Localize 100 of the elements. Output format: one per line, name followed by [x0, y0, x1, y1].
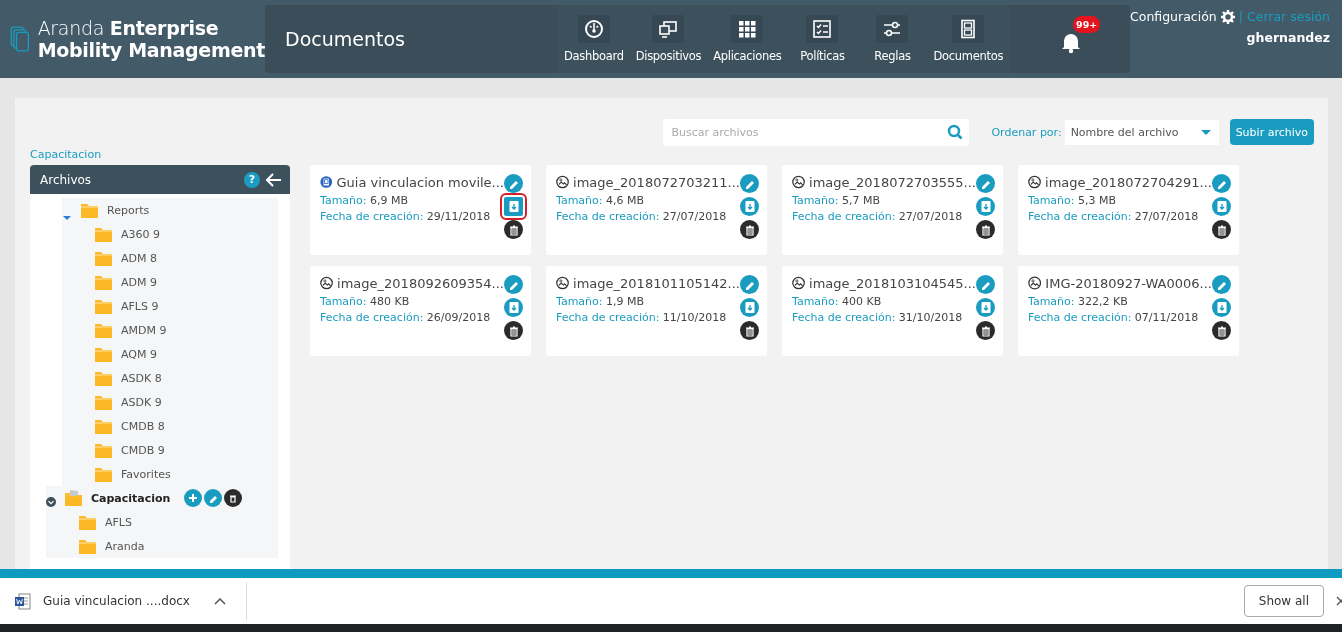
file-card[interactable]: image_2018072703211... Tamaño: 4,6 MB Fecha de creación: 27/07/2018 — [546, 165, 767, 255]
back-arrow-icon — [266, 172, 282, 187]
folder-label: ASDK 9 — [121, 395, 162, 409]
field-label: Fecha de creación: — [792, 311, 896, 324]
search-field[interactable]: Buscar archivos — [663, 118, 970, 146]
edit-button[interactable] — [1212, 174, 1231, 193]
sort-dropdown[interactable]: Nombre del archivo — [1064, 119, 1219, 145]
folder-label: Aranda — [105, 539, 145, 553]
username: ghernandez — [1246, 30, 1330, 45]
folder-label: Reports — [107, 203, 150, 217]
file-name: image_2018072703555... — [809, 174, 976, 190]
edit-button[interactable] — [976, 275, 995, 294]
folder-icon — [94, 393, 113, 411]
edit-button[interactable] — [1212, 275, 1231, 294]
plus-icon — [188, 493, 199, 503]
file-name: image_2018101105142... — [573, 275, 740, 291]
grid-icon — [737, 19, 758, 39]
trash-icon — [743, 223, 756, 236]
nav-button[interactable]: Aplicaciones — [707, 15, 788, 63]
file-size: 480 KB — [370, 295, 410, 308]
show-all-button[interactable]: Show all — [1243, 585, 1324, 617]
field-label: Fecha de creación: — [1028, 210, 1132, 223]
file-size: 6,9 MB — [370, 194, 409, 207]
folder-icon — [94, 273, 113, 291]
edit-button[interactable] — [504, 174, 523, 193]
file-card[interactable]: image_2018072704291... Tamaño: 5,3 MB Fecha de creación: 27/07/2018 — [1018, 165, 1239, 255]
folder-label: A360 9 — [121, 227, 160, 241]
file-card[interactable]: image_2018072703555... Tamaño: 5,7 MB Fecha de creación: 27/07/2018 — [782, 165, 1003, 255]
trash-icon — [979, 223, 992, 236]
image-icon — [556, 275, 570, 291]
field-label: Tamaño: — [792, 194, 839, 207]
add-button[interactable] — [184, 489, 203, 507]
folder-icon — [94, 225, 113, 243]
file-name: image_2018103104545... — [809, 275, 976, 291]
creation-date: 31/10/2018 — [898, 311, 963, 324]
delete-button[interactable] — [740, 321, 759, 340]
downloaded-file-name[interactable]: Guia vinculacion ....docx — [43, 594, 190, 608]
app-logo-text: Aranda Enterprise Mobility Management — [37, 17, 265, 61]
trash-icon — [1215, 324, 1228, 337]
file-card[interactable]: IMG-20180927-WA0006... Tamaño: 322,2 KB Fecha de creación: 07/11/2018 — [1018, 266, 1239, 356]
field-label: Tamaño: — [792, 295, 839, 308]
folder-label: ADM 8 — [121, 251, 157, 265]
trash-icon — [228, 493, 239, 503]
field-label: Tamaño: — [1028, 295, 1075, 308]
creation-date: 27/07/2018 — [662, 210, 727, 223]
folder-icon — [94, 417, 113, 435]
delete-button[interactable] — [976, 321, 995, 340]
delete-button[interactable] — [504, 321, 523, 340]
delete-button[interactable] — [976, 220, 995, 239]
field-label: Tamaño: — [1028, 194, 1075, 207]
delete-button[interactable] — [1212, 220, 1231, 239]
delete-button[interactable] — [1212, 321, 1231, 340]
monitor-icon — [658, 19, 679, 39]
sort-label: Ordenar por: — [991, 125, 1062, 139]
file-size: 4,6 MB — [606, 194, 645, 207]
word-file-icon — [15, 592, 31, 610]
file-card[interactable]: image_2018101105142... Tamaño: 1,9 MB Fecha de creación: 11/10/2018 — [546, 266, 767, 356]
folder-label: ASDK 8 — [121, 371, 162, 385]
folder-label: AMDM 9 — [121, 323, 167, 337]
checklist-icon — [812, 19, 833, 39]
file-size: 400 KB — [842, 295, 882, 308]
nav-button[interactable]: Dispositivos — [629, 15, 708, 63]
folder-icon — [94, 465, 113, 483]
file-name: Guia vinculacion movile... — [336, 174, 504, 190]
folder-label: Capacitacion — [91, 491, 171, 505]
folder-icon — [80, 201, 99, 219]
creation-date: 07/11/2018 — [1134, 311, 1199, 324]
file-card[interactable]: image_2018103104545... Tamaño: 400 KB Fecha de creación: 31/10/2018 — [782, 266, 1003, 356]
trash-icon — [979, 324, 992, 337]
delete-button[interactable] — [504, 220, 523, 239]
delete-button[interactable] — [740, 220, 759, 239]
caret-up-icon — [214, 596, 226, 606]
edit-button[interactable] — [504, 275, 523, 294]
folder-label: AFLS — [105, 515, 132, 529]
image-icon — [1028, 174, 1042, 190]
field-label: Tamaño: — [320, 194, 367, 207]
nav-button[interactable]: Dashboard — [558, 15, 630, 63]
file-card[interactable]: Guia vinculacion movile... Tamaño: 6,9 MB Fecha de creación: 29/11/2018 — [310, 165, 531, 255]
edit-button[interactable] — [976, 174, 995, 193]
folder-label: CMDB 8 — [121, 419, 165, 433]
edit-button[interactable] — [740, 275, 759, 294]
file-size: 5,3 MB — [1078, 194, 1117, 207]
file-size: 1,9 MB — [606, 295, 645, 308]
folder-row[interactable]: Capacitacion — [46, 486, 278, 510]
sliders-icon — [882, 19, 903, 39]
nav-button[interactable]: Reglas — [857, 15, 928, 63]
trash-icon — [507, 324, 520, 337]
field-label: Fecha de creación: — [792, 210, 896, 223]
file-download-icon — [743, 200, 756, 213]
field-label: Fecha de creación: — [556, 311, 660, 324]
file-card[interactable]: image_2018092609354... Tamaño: 480 KB Fecha de creación: 26/09/2018 — [310, 266, 531, 356]
settings-link[interactable]: Configuración — [1130, 9, 1217, 24]
folder-label: ADM 9 — [121, 275, 157, 289]
nav-button[interactable]: Políticas — [787, 15, 858, 63]
folder-label: CMDB 9 — [121, 443, 165, 457]
nav-button[interactable]: Documentos — [927, 15, 1010, 63]
delete-button[interactable] — [224, 489, 243, 507]
folder-row[interactable]: Reports — [62, 198, 278, 222]
edit-button[interactable] — [740, 174, 759, 193]
file-download-icon — [507, 200, 520, 213]
